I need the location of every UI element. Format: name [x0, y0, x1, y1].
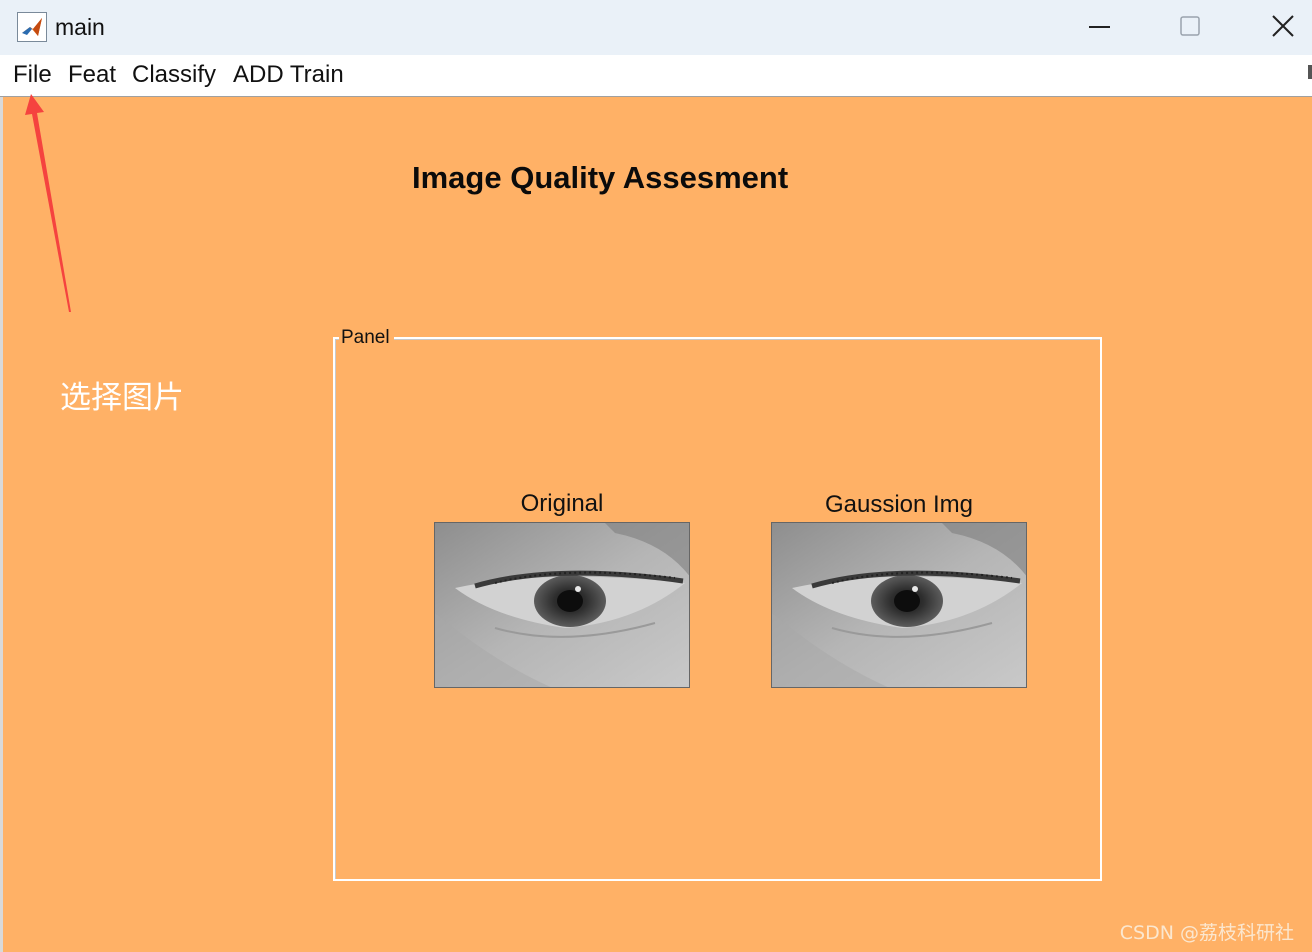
gaussian-image-caption: Gaussion Img — [824, 491, 974, 518]
menu-bar: File Feat Classify ADD Train — [0, 55, 1312, 97]
maximize-button[interactable] — [1145, 0, 1235, 55]
minimize-button[interactable] — [1055, 0, 1145, 55]
original-eye-image — [434, 522, 690, 688]
annotation-arrow-icon — [25, 94, 71, 312]
annotation-label: 选择图片 — [60, 380, 184, 416]
matlab-icon[interactable] — [17, 12, 47, 42]
maximize-icon — [1180, 16, 1200, 36]
page-title: Image Quality Assesment — [412, 160, 789, 195]
panel-title: Panel — [339, 327, 394, 349]
window-title: main — [55, 14, 105, 40]
watermark: CSDN @荔枝科研社 — [1119, 922, 1294, 944]
original-image-caption: Original — [520, 490, 604, 517]
close-button[interactable] — [1238, 0, 1312, 55]
menu-feat[interactable]: Feat — [68, 61, 116, 89]
menubar-edge-marker — [1308, 65, 1312, 79]
gaussian-eye-image — [771, 522, 1027, 688]
close-icon — [1272, 15, 1294, 37]
menu-file[interactable]: File — [13, 61, 52, 89]
minimize-icon — [1089, 26, 1110, 28]
menu-add-train[interactable]: ADD Train — [233, 61, 344, 89]
menu-classify[interactable]: Classify — [132, 61, 216, 89]
title-bar: main — [0, 0, 1312, 55]
